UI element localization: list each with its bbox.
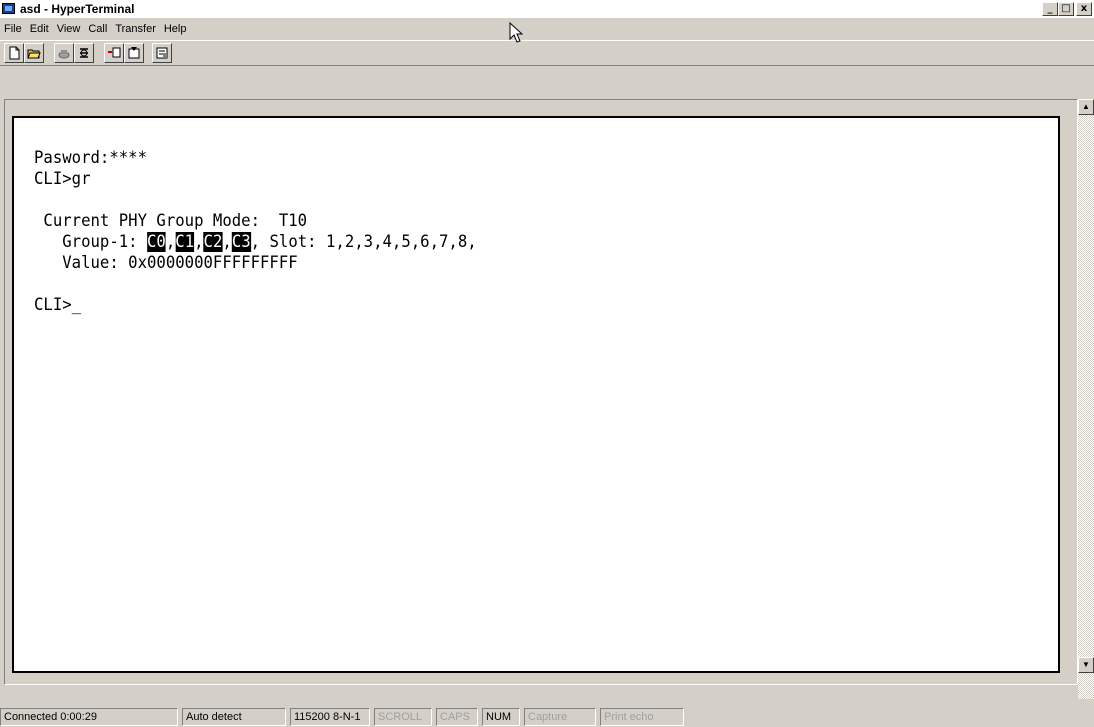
close-button[interactable]: x: [1076, 2, 1092, 16]
menu-transfer[interactable]: Transfer: [111, 23, 160, 35]
properties-icon[interactable]: [152, 43, 172, 63]
menu-call[interactable]: Call: [84, 23, 111, 35]
menu-file[interactable]: File: [0, 23, 26, 35]
terminal-line: Group-1:: [34, 232, 148, 252]
scroll-up-icon[interactable]: ▲: [1078, 99, 1094, 115]
minimize-button[interactable]: _: [1042, 2, 1058, 16]
terminal-line: Current PHY Group Mode: T10: [34, 211, 308, 231]
terminal-output: Pasword:**** CLI>gr Current PHY Group Mo…: [34, 148, 477, 315]
highlight-c2: C2: [203, 232, 223, 252]
title-bar: asd - HyperTerminal _ □ x: [0, 0, 1094, 18]
toolbar-group-file: [4, 43, 44, 63]
toolbar-group-props: [152, 43, 172, 63]
status-caps: CAPS: [436, 708, 478, 726]
highlight-c3: C3: [231, 232, 251, 252]
status-print-echo: Print echo: [600, 708, 684, 726]
status-scroll: SCROLL: [374, 708, 432, 726]
terminal-line: Value: 0x0000000FFFFFFFFF: [34, 253, 298, 273]
menu-edit[interactable]: Edit: [26, 23, 53, 35]
maximize-button[interactable]: □: [1058, 2, 1074, 16]
toolbar: [0, 40, 1094, 66]
terminal-line: , Slot: 1,2,3,4,5,6,7,8,: [250, 232, 477, 252]
new-icon[interactable]: [4, 43, 24, 63]
highlight-c1: C1: [175, 232, 195, 252]
menu-help[interactable]: Help: [160, 23, 191, 35]
menu-view[interactable]: View: [53, 23, 85, 35]
toolbar-group-call: [54, 43, 94, 63]
receive-icon[interactable]: [124, 43, 144, 63]
status-connected: Connected 0:00:29: [0, 708, 178, 726]
terminal-line: Pasword:****: [34, 148, 148, 168]
window-controls: _ □ x: [1042, 2, 1092, 16]
open-icon[interactable]: [24, 43, 44, 63]
send-icon[interactable]: [104, 43, 124, 63]
status-detect: Auto detect: [182, 708, 286, 726]
disconnect-icon[interactable]: [54, 43, 74, 63]
status-num: NUM: [482, 708, 520, 726]
mouse-cursor-icon: [509, 21, 524, 49]
highlight-c0: C0: [147, 232, 166, 252]
terminal-line: CLI>gr: [34, 169, 91, 189]
status-baud: 115200 8-N-1: [290, 708, 370, 726]
window-title: asd - HyperTerminal: [20, 2, 135, 16]
menu-bar: File Edit View Call Transfer Help: [0, 19, 1094, 39]
status-bar: Connected 0:00:29 Auto detect 115200 8-N…: [0, 706, 1094, 727]
scroll-down-icon[interactable]: ▼: [1078, 657, 1094, 673]
status-capture: Capture: [524, 708, 596, 726]
dial-icon[interactable]: [74, 43, 94, 63]
app-icon[interactable]: [2, 3, 15, 14]
vertical-scrollbar[interactable]: ▲ ▼: [1078, 99, 1094, 699]
terminal-prompt: CLI>_: [34, 295, 82, 315]
toolbar-group-transfer: [104, 43, 144, 63]
